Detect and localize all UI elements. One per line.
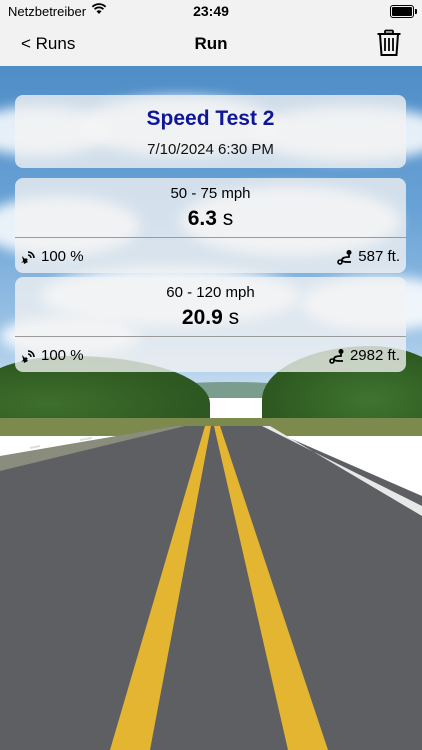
distance-value: 587 ft. (358, 248, 400, 265)
accuracy-value: 100 % (41, 347, 84, 364)
speed-range: 50 - 75 mph (170, 185, 251, 202)
route-icon (329, 348, 344, 364)
accuracy-value: 100 % (41, 248, 84, 265)
clock: 23:49 (193, 3, 229, 19)
divider (15, 237, 406, 238)
result-card[interactable]: 60 - 120 mph 20.9 s 100 % 2982 ft. (15, 277, 406, 372)
status-bar: Netzbetreiber 23:49 (0, 0, 422, 22)
duration-unit: s (222, 207, 234, 230)
run-header-card: Speed Test 2 7/10/2024 6:30 PM (15, 95, 406, 168)
accuracy: 100 % (19, 248, 84, 265)
duration-value: 6.3 (187, 207, 217, 230)
road (0, 426, 422, 750)
duration: 20.9 s (15, 306, 406, 330)
distance: 2982 ft. (328, 347, 400, 364)
duration-value: 20.9 (181, 306, 223, 329)
speed-range: 60 - 120 mph (166, 284, 255, 301)
battery-icon (390, 5, 414, 18)
gps-signal-icon (21, 349, 35, 363)
trash-icon[interactable] (376, 29, 402, 57)
gps-signal-icon (21, 250, 35, 264)
navigation-bar: < Runs Run (0, 22, 422, 66)
run-title: Speed Test 2 (146, 107, 275, 130)
background-road-image (0, 66, 422, 750)
route-icon (337, 249, 352, 265)
distance: 587 ft. (336, 248, 400, 265)
duration: 6.3 s (15, 207, 406, 231)
divider (15, 336, 406, 337)
run-date: 7/10/2024 6:30 PM (147, 141, 274, 158)
battery-tip (415, 9, 417, 14)
accuracy: 100 % (19, 347, 84, 364)
duration-unit: s (228, 306, 240, 329)
page-title: Run (194, 34, 228, 53)
result-card[interactable]: 50 - 75 mph 6.3 s 100 % 587 ft. (15, 178, 406, 273)
distance-value: 2982 ft. (349, 347, 400, 364)
